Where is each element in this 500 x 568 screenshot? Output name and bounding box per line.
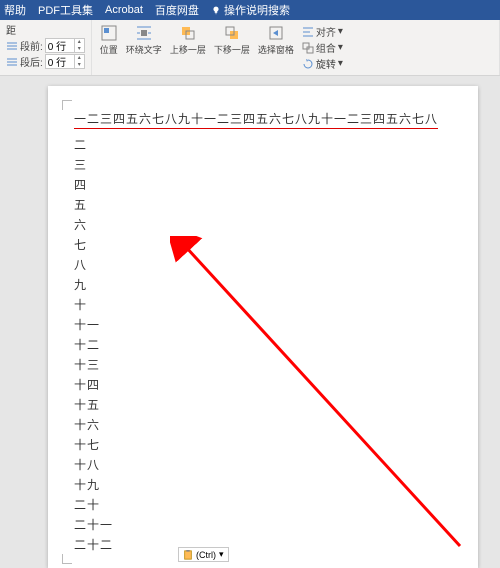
- list-item[interactable]: 十五: [74, 395, 458, 415]
- send-backward-icon: [223, 24, 241, 42]
- spin-down-icon[interactable]: ▾: [74, 46, 84, 53]
- spacing-after-icon: [6, 57, 18, 67]
- spin-up-icon[interactable]: ▴: [74, 55, 84, 62]
- list-item[interactable]: 二十二: [74, 535, 458, 555]
- search-box[interactable]: 操作说明搜索: [211, 2, 290, 18]
- rotate-button[interactable]: 旋转 ▾: [300, 56, 345, 71]
- group-button[interactable]: 组合 ▾: [300, 40, 345, 55]
- rotate-icon: [302, 58, 314, 70]
- bring-forward-icon: [179, 24, 197, 42]
- send-backward-button[interactable]: 下移一层: [212, 22, 252, 73]
- paste-options-tag[interactable]: (Ctrl) ▾: [178, 547, 229, 562]
- list-item[interactable]: 六: [74, 215, 458, 235]
- list-item[interactable]: 十六: [74, 415, 458, 435]
- list-item[interactable]: 十二: [74, 335, 458, 355]
- list-item[interactable]: 七: [74, 235, 458, 255]
- spacing-before-input[interactable]: ▴▾: [45, 38, 85, 53]
- selection-pane-button[interactable]: 选择窗格: [256, 22, 296, 73]
- position-button[interactable]: 位置: [98, 22, 120, 73]
- document-canvas[interactable]: 一二三四五六七八九十一二三四五六七八九十一二三四五六七八 二三四五六七八九十十一…: [0, 76, 500, 568]
- align-button[interactable]: 对齐 ▾: [300, 24, 345, 39]
- page[interactable]: 一二三四五六七八九十一二三四五六七八九十一二三四五六七八 二三四五六七八九十十一…: [48, 86, 478, 568]
- list-item[interactable]: 十四: [74, 375, 458, 395]
- tab-acrobat[interactable]: Acrobat: [105, 4, 143, 16]
- wrap-icon: [135, 24, 153, 42]
- list-item[interactable]: 十三: [74, 355, 458, 375]
- bring-forward-button[interactable]: 上移一层: [168, 22, 208, 73]
- bulb-icon: [211, 6, 221, 16]
- spin-down-icon[interactable]: ▾: [74, 62, 84, 69]
- tab-help[interactable]: 帮助: [4, 2, 26, 18]
- selection-pane-icon: [267, 24, 285, 42]
- list-item[interactable]: 十: [74, 295, 458, 315]
- list-item[interactable]: 八: [74, 255, 458, 275]
- tab-baidu[interactable]: 百度网盘: [155, 2, 199, 18]
- align-icon: [302, 26, 314, 38]
- crop-mark-tl: [62, 100, 72, 110]
- crop-mark-bl: [62, 554, 72, 564]
- spacing-after-field[interactable]: [46, 56, 74, 67]
- ribbon: 距 段前: ▴▾ 段后: ▴▾: [0, 20, 500, 76]
- list-item[interactable]: 二十: [74, 495, 458, 515]
- list-item[interactable]: 九: [74, 275, 458, 295]
- list-item[interactable]: 二: [74, 135, 458, 155]
- spacing-after-input[interactable]: ▴▾: [45, 54, 85, 69]
- list-item[interactable]: 十七: [74, 435, 458, 455]
- group-spacing-label: [6, 74, 85, 75]
- spacing-before-label: 段前:: [20, 38, 43, 53]
- list-item[interactable]: 三: [74, 155, 458, 175]
- line-1[interactable]: 一二三四五六七八九十一二三四五六七八九十一二三四五六七八: [74, 110, 438, 129]
- spacing-before-field[interactable]: [46, 40, 74, 51]
- group-spacing: 距 段前: ▴▾ 段后: ▴▾: [0, 20, 92, 75]
- tab-pdf-tools[interactable]: PDF工具集: [38, 2, 93, 18]
- position-icon: [100, 24, 118, 42]
- wrap-text-button[interactable]: 环绕文字: [124, 22, 164, 73]
- list-item[interactable]: 十九: [74, 475, 458, 495]
- spacing-header: 距: [6, 22, 85, 37]
- list-item[interactable]: 十一: [74, 315, 458, 335]
- title-bar: 帮助 PDF工具集 Acrobat 百度网盘 操作说明搜索: [0, 0, 500, 20]
- vertical-list[interactable]: 二三四五六七八九十十一十二十三十四十五十六十七十八十九二十二十一二十二: [74, 135, 458, 555]
- clipboard-icon: [183, 550, 193, 560]
- list-item[interactable]: 五: [74, 195, 458, 215]
- spin-up-icon[interactable]: ▴: [74, 39, 84, 46]
- list-item[interactable]: 十八: [74, 455, 458, 475]
- group-arrange: 位置 环绕文字 上移一层 下移一层 选择窗格 对齐 ▾ 组合 ▾ 旋转 ▾: [92, 20, 500, 75]
- arrange-small-buttons: 对齐 ▾ 组合 ▾ 旋转 ▾: [300, 22, 345, 73]
- spacing-after-label: 段后:: [20, 54, 43, 69]
- list-item[interactable]: 四: [74, 175, 458, 195]
- group-icon: [302, 42, 314, 54]
- spacing-before-icon: [6, 41, 18, 51]
- list-item[interactable]: 二十一: [74, 515, 458, 535]
